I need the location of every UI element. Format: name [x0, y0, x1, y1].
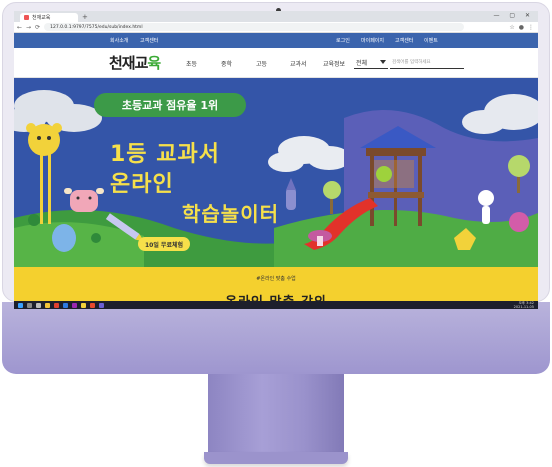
hero-title-line1: 1등 교과서: [110, 142, 220, 167]
utility-bar: 회사소개 고객센터 로그인 마이페이지 고객센터 이벤트: [14, 33, 538, 48]
favicon-icon: [24, 15, 29, 20]
profile-icon[interactable]: ●: [519, 24, 524, 31]
rocket: [286, 178, 296, 210]
category-select[interactable]: 전체: [354, 56, 388, 69]
section-kicker: #온라인 맞춤 수업: [256, 276, 296, 282]
hero-banner: 초등교과 점유율 1위 1등 교과서 온라인 학습놀이터 10일 무료체험: [14, 78, 538, 267]
window-controls[interactable]: — ▢ ✕: [493, 12, 534, 19]
screen: 천재교육 + — ▢ ✕ ← → ⟳ 127.0.0.1:9797/7575/e…: [14, 11, 538, 309]
browser-actions: ☆ ● ⋮: [509, 24, 534, 31]
star-icon[interactable]: ☆: [509, 24, 514, 31]
file-explorer-icon[interactable]: [45, 302, 50, 308]
url-input[interactable]: 127.0.0.1:9797/7575/edu/sub/index.html: [44, 23, 465, 31]
tree: [323, 181, 341, 214]
imac-chin: [2, 302, 550, 374]
util-link-login[interactable]: 로그인: [336, 37, 350, 44]
app-icon-orange[interactable]: [90, 302, 95, 308]
logo-accent: 육: [147, 54, 161, 72]
util-link-support[interactable]: 고객센터: [395, 37, 413, 44]
online-class-section: #온라인 맞춤 수업 온라인 맞춤 강의: [14, 267, 538, 309]
forward-icon[interactable]: →: [26, 24, 31, 31]
browser-tab[interactable]: 천재교육: [20, 13, 78, 22]
character-blob: [52, 224, 76, 252]
search-input[interactable]: 검색어를 입력하세요: [390, 56, 464, 69]
imac-stand: [208, 374, 344, 454]
windows-taskbar: 오후 3:42 2021-11-05: [14, 301, 538, 309]
back-icon[interactable]: ←: [17, 24, 22, 31]
imac-mockup: 천재교육 + — ▢ ✕ ← → ⟳ 127.0.0.1:9797/7575/e…: [0, 0, 552, 467]
cloud-mid: [268, 136, 351, 172]
cloud-right: [462, 94, 538, 134]
util-link[interactable]: 회사소개: [110, 37, 128, 44]
taskbar-clock[interactable]: 오후 3:42 2021-11-05: [514, 301, 534, 309]
hero-title-line2: 온라인: [110, 172, 174, 197]
character-yellow: [26, 123, 62, 224]
taskbar-date: 2021-11-05: [513, 305, 534, 309]
browser-address-bar: ← → ⟳ 127.0.0.1:9797/7575/edu/sub/index.…: [14, 22, 538, 33]
main-nav: 천재교육 초등 중학 고등 교과서 교육정보 전체 검색어를 입력하세요: [14, 48, 538, 78]
reload-icon[interactable]: ⟳: [35, 24, 40, 31]
dropdown-icon: [380, 60, 386, 64]
imac-stand-foot: [204, 452, 348, 464]
search-icon[interactable]: [27, 302, 32, 308]
vscode-icon[interactable]: [63, 302, 68, 308]
nav-item-textbook[interactable]: 교과서: [290, 59, 307, 68]
nav-item-elementary[interactable]: 초등: [186, 59, 197, 68]
flower: [509, 212, 529, 232]
new-tab-button[interactable]: +: [82, 13, 88, 22]
logo-text: 천재교: [109, 54, 148, 72]
hero-badge: 초등교과 점유율 1위: [94, 93, 246, 117]
free-trial-button[interactable]: 10일 무료체험: [138, 237, 190, 251]
chrome-icon[interactable]: [81, 302, 86, 308]
task-view-icon[interactable]: [36, 302, 41, 308]
app-icon-violet[interactable]: [99, 302, 104, 308]
character-pig: [64, 188, 104, 212]
nav-item-eduinfo[interactable]: 교육정보: [323, 59, 345, 68]
app-icon-purple[interactable]: [72, 302, 77, 308]
site-logo[interactable]: 천재교육: [109, 52, 161, 73]
windows-start-icon[interactable]: [18, 302, 23, 308]
tab-title: 천재교육: [32, 15, 51, 21]
character-green: [376, 166, 392, 182]
nav-item-middle[interactable]: 중학: [221, 59, 232, 68]
hero-illustration: [14, 90, 538, 267]
nav-item-high[interactable]: 고등: [256, 59, 267, 68]
util-link[interactable]: 고객센터: [140, 37, 158, 44]
browser-tabbar: 천재교육 + — ▢ ✕: [14, 11, 538, 22]
util-link-mypage[interactable]: 마이페이지: [361, 37, 384, 44]
hero-title-line3: 학습놀이터: [182, 202, 279, 226]
category-select-value: 전체: [356, 59, 368, 67]
app-icon-red[interactable]: [54, 302, 59, 308]
menu-icon[interactable]: ⋮: [528, 24, 534, 31]
util-link-event[interactable]: 이벤트: [424, 37, 438, 44]
